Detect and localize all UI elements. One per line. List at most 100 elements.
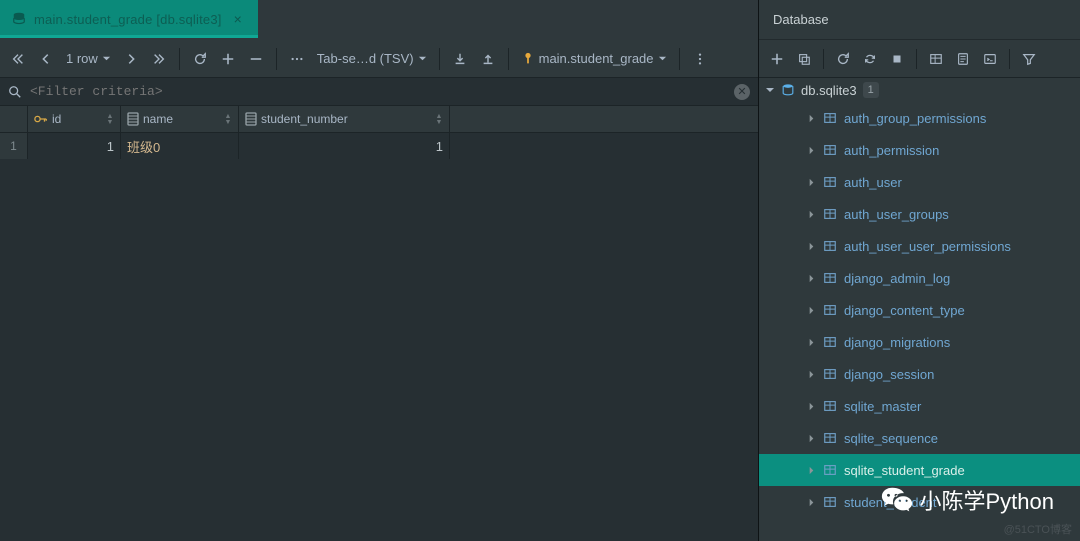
column-header-student-number[interactable]: student_number ▲▼ (239, 106, 450, 132)
table-node[interactable]: auth_permission (759, 134, 1080, 166)
table-icon (823, 207, 837, 221)
table-node[interactable]: auth_user_user_permissions (759, 230, 1080, 262)
add-row-button[interactable] (216, 47, 240, 71)
filter-input[interactable] (30, 84, 726, 99)
cell-student-number[interactable]: 1 (239, 133, 450, 159)
clear-filter-button[interactable]: ✕ (734, 84, 750, 100)
prev-page-button[interactable] (34, 47, 58, 71)
table-node[interactable]: auth_group_permissions (759, 102, 1080, 134)
last-page-button[interactable] (147, 47, 171, 71)
table-icon (823, 111, 837, 125)
data-editor-button[interactable] (924, 47, 948, 71)
chevron-down-icon (418, 54, 427, 63)
new-datasource-button[interactable] (765, 47, 789, 71)
key-icon (34, 113, 48, 125)
cell-name[interactable]: 班级0 (121, 133, 239, 159)
database-icon (12, 12, 26, 26)
chevron-right-icon (807, 178, 816, 187)
chevron-right-icon (807, 402, 816, 411)
table-node[interactable]: sqlite_master (759, 390, 1080, 422)
table-icon (823, 143, 837, 157)
chevron-down-icon (102, 54, 111, 63)
chevron-right-icon (807, 146, 816, 155)
column-label: student_number (261, 112, 348, 126)
column-header-name[interactable]: name ▲▼ (121, 106, 239, 132)
sort-indicator[interactable]: ▲▼ (106, 114, 114, 125)
filter-button[interactable] (1017, 47, 1041, 71)
format-dropdown[interactable]: Tab-se…d (TSV) (313, 51, 431, 66)
column-header-id[interactable]: id ▲▼ (28, 106, 121, 132)
schema-icon (521, 52, 535, 66)
database-panel-title: Database (759, 0, 1080, 40)
database-root-node[interactable]: db.sqlite3 1 (759, 80, 1080, 102)
table-node[interactable]: django_admin_log (759, 262, 1080, 294)
table-icon (823, 399, 837, 413)
rows-dropdown[interactable]: 1 row (62, 51, 115, 66)
chevron-right-icon (807, 466, 816, 475)
more-actions-button[interactable] (688, 47, 712, 71)
table-node[interactable]: sqlite_sequence (759, 422, 1080, 454)
database-icon (781, 83, 795, 97)
cell-id[interactable]: 1 (28, 133, 121, 159)
table-name: auth_user_groups (844, 207, 949, 222)
editor-tab[interactable]: main.student_grade [db.sqlite3] × (0, 0, 258, 38)
schema-dropdown[interactable]: main.student_grade (517, 51, 671, 66)
table-name: django_session (844, 367, 934, 382)
table-icon (823, 175, 837, 189)
reload-button[interactable] (188, 47, 212, 71)
stop-button[interactable] (885, 47, 909, 71)
table-node[interactable]: django_session (759, 358, 1080, 390)
remove-row-button[interactable] (244, 47, 268, 71)
tab-bar: main.student_grade [db.sqlite3] × (0, 0, 758, 40)
table-name: auth_user (844, 175, 902, 190)
refresh-button[interactable] (831, 47, 855, 71)
chevron-right-icon (807, 210, 816, 219)
download-button[interactable] (448, 47, 472, 71)
table-row[interactable]: 1 1 班级0 1 (0, 133, 758, 160)
chevron-down-icon (765, 85, 775, 95)
table-icon (823, 335, 837, 349)
grid-header: id ▲▼ name ▲▼ student_number ▲▼ (0, 106, 758, 133)
first-page-button[interactable] (6, 47, 30, 71)
format-label: Tab-se…d (TSV) (317, 51, 414, 66)
chevron-right-icon (807, 114, 816, 123)
chevron-right-icon (807, 370, 816, 379)
grid-body: 1 1 班级0 1 (0, 133, 758, 541)
table-icon (823, 239, 837, 253)
table-name: auth_permission (844, 143, 939, 158)
tab-close-button[interactable]: × (230, 9, 246, 29)
sort-indicator[interactable]: ▲▼ (224, 114, 232, 125)
ddl-button[interactable] (951, 47, 975, 71)
table-icon (823, 271, 837, 285)
table-name: auth_user_user_permissions (844, 239, 1011, 254)
duplicate-button[interactable] (792, 47, 816, 71)
next-page-button[interactable] (119, 47, 143, 71)
upload-button[interactable] (476, 47, 500, 71)
table-node[interactable]: django_migrations (759, 326, 1080, 358)
main-toolbar: 1 row Tab-se…d (TSV) main (0, 40, 758, 78)
view-options-button[interactable] (285, 47, 309, 71)
chevron-right-icon (807, 338, 816, 347)
table-name: sqlite_student_grade (844, 463, 965, 478)
table-node[interactable]: django_content_type (759, 294, 1080, 326)
rows-count-label: 1 row (66, 51, 98, 66)
tab-title: main.student_grade [db.sqlite3] (34, 12, 222, 27)
table-icon (823, 303, 837, 317)
column-label: name (143, 112, 173, 126)
table-node[interactable]: sqlite_student_grade (759, 454, 1080, 486)
table-node[interactable]: auth_user (759, 166, 1080, 198)
console-button[interactable] (978, 47, 1002, 71)
table-name: student_student (844, 495, 937, 510)
chevron-right-icon (807, 274, 816, 283)
database-tree: db.sqlite3 1 auth_group_permissions auth_… (759, 78, 1080, 541)
table-icon (823, 463, 837, 477)
table-name: sqlite_sequence (844, 431, 938, 446)
database-name: db.sqlite3 (801, 83, 857, 98)
sort-indicator[interactable]: ▲▼ (435, 114, 443, 125)
chevron-right-icon (807, 434, 816, 443)
column-icon (245, 112, 257, 126)
table-icon (823, 495, 837, 509)
table-node[interactable]: student_student (759, 486, 1080, 518)
table-node[interactable]: auth_user_groups (759, 198, 1080, 230)
sync-button[interactable] (858, 47, 882, 71)
